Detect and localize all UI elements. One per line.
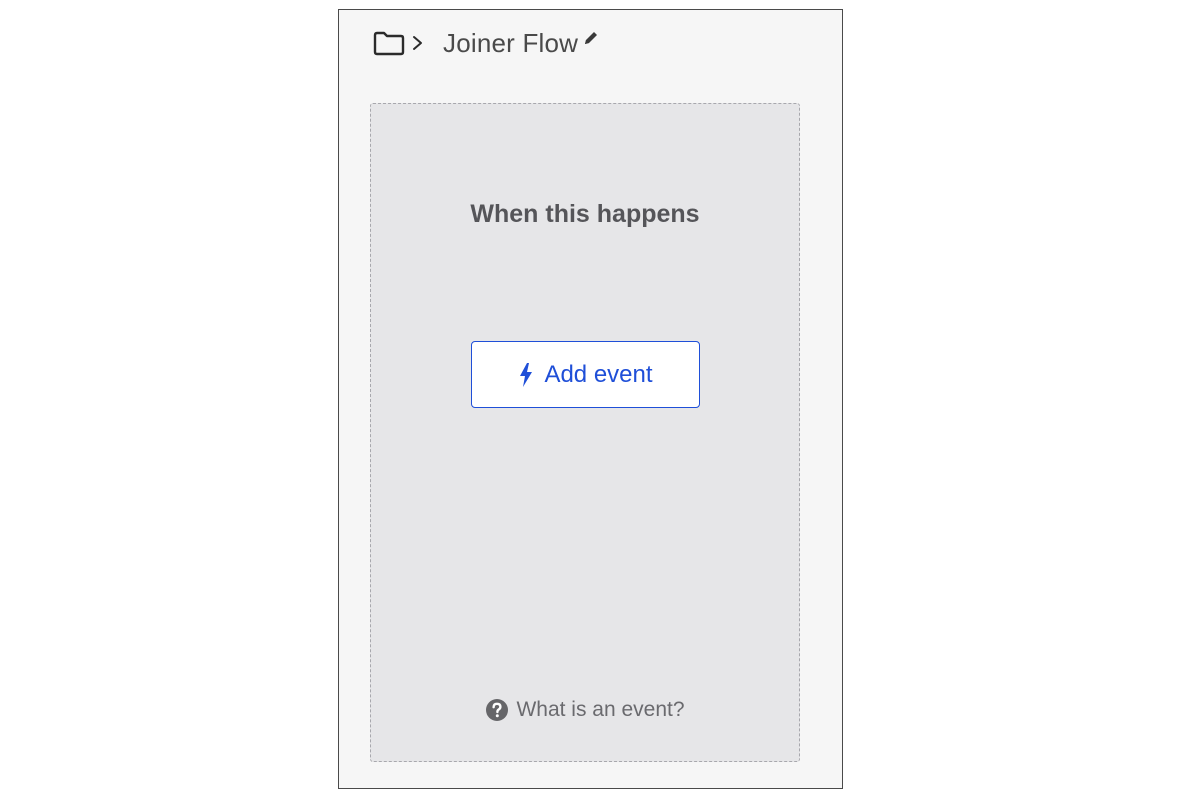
folder-icon[interactable] <box>373 30 405 56</box>
pencil-icon[interactable] <box>582 29 600 47</box>
help-link-label: What is an event? <box>516 698 685 721</box>
question-circle-icon <box>485 698 509 722</box>
add-event-button[interactable]: Add event <box>471 341 700 408</box>
section-heading: When this happens <box>470 200 700 228</box>
trigger-dropzone: When this happens Add event What is an e… <box>370 103 800 762</box>
flow-panel: Joiner Flow When this happens Add event <box>338 9 843 789</box>
add-event-label: Add event <box>544 360 653 388</box>
what-is-an-event-link[interactable]: What is an event? <box>371 698 799 722</box>
chevron-right-icon <box>411 33 425 53</box>
lightning-bolt-icon <box>518 362 534 388</box>
flow-title[interactable]: Joiner Flow <box>443 28 578 59</box>
breadcrumb: Joiner Flow <box>373 28 600 59</box>
